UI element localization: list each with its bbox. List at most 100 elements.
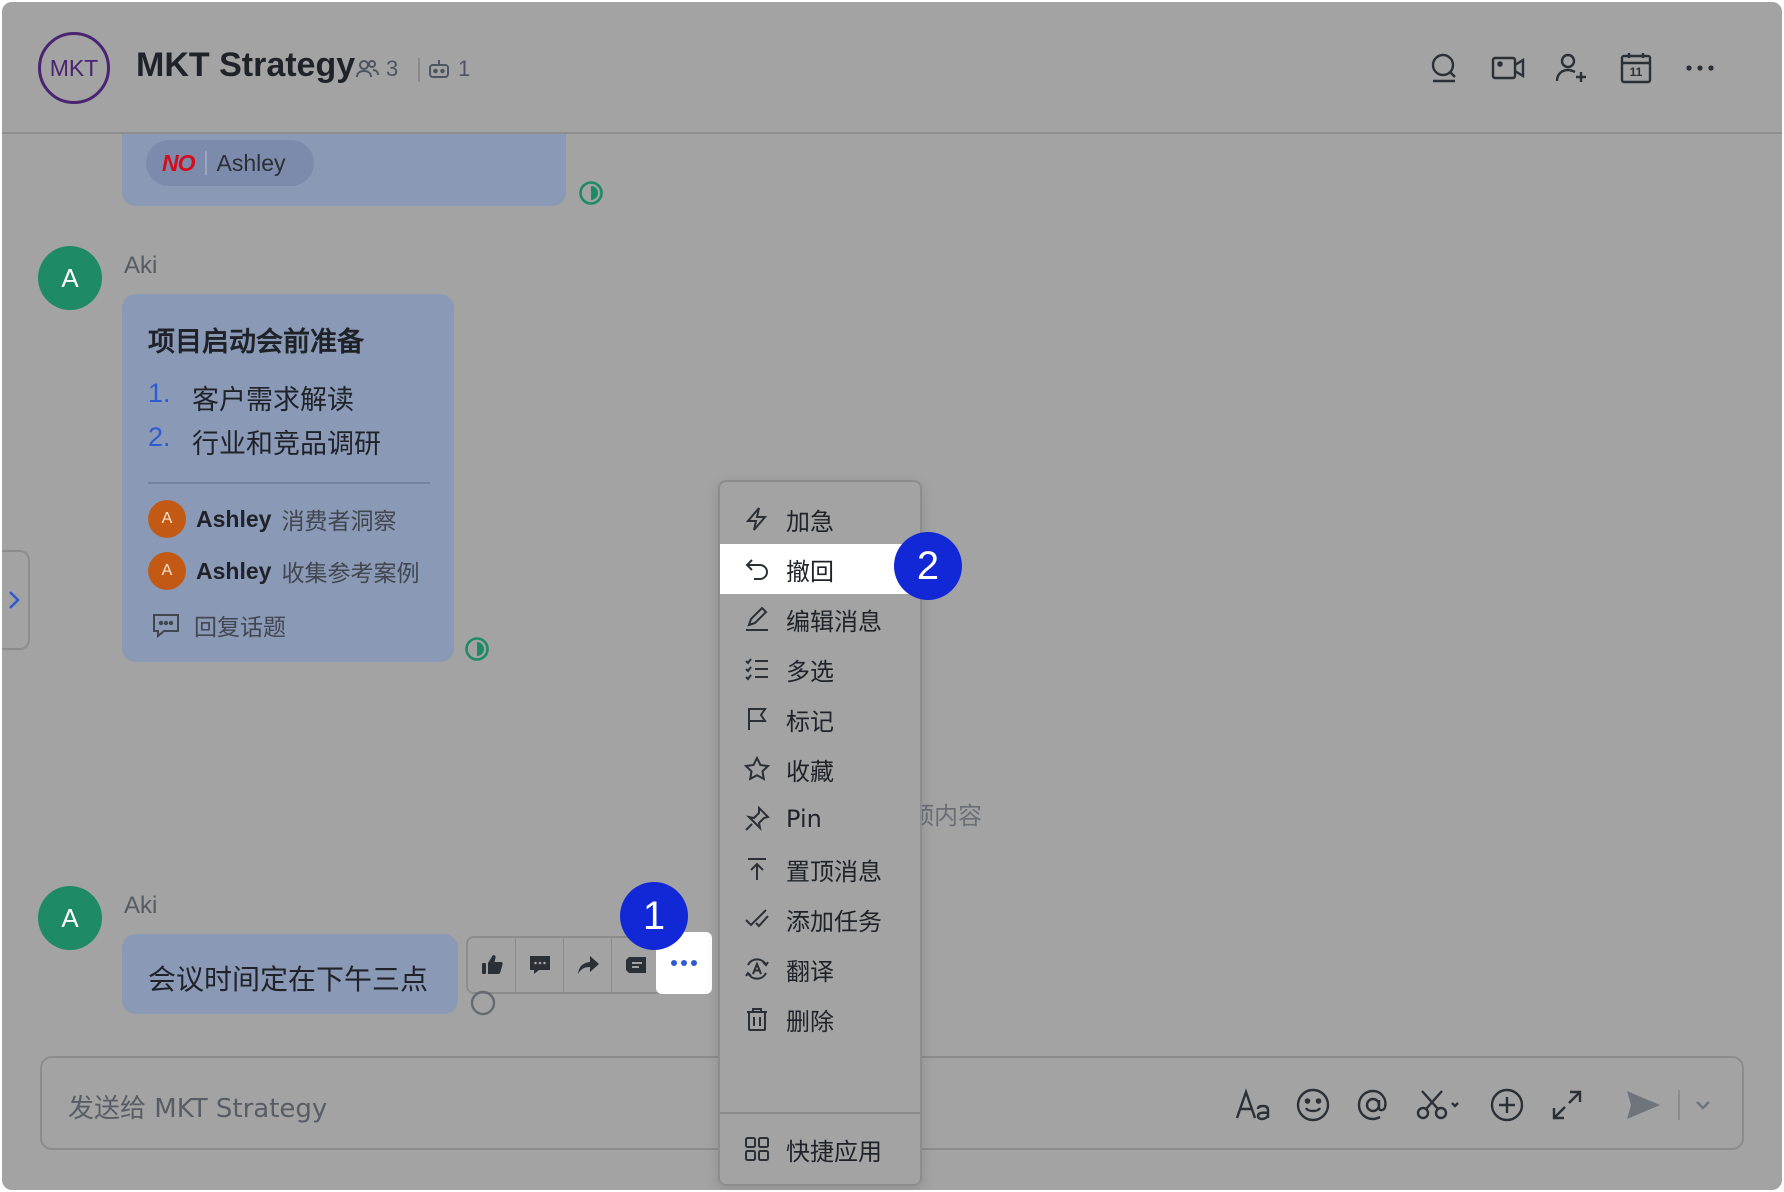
menu-item-translate[interactable]: 翻译 <box>720 944 920 994</box>
task-icon <box>745 909 769 928</box>
menu-divider <box>720 1112 920 1114</box>
menu-item-label: Pin <box>786 805 822 833</box>
add-member-icon[interactable] <box>1554 50 1590 86</box>
message-text: 会议时间定在下午三点 <box>148 963 429 996</box>
chip-divider <box>204 151 207 175</box>
like-button[interactable] <box>468 938 516 992</box>
star-icon <box>744 756 770 781</box>
menu-item-label: 多选 <box>786 657 834 686</box>
reaction-user: Ashley <box>216 149 286 176</box>
message-context-menu: 加急 撤回 编辑消息 多选 标记 收藏 Pin 置顶消息 添加任务 翻译 删除 … <box>718 480 922 1186</box>
unread-status-icon[interactable] <box>470 990 496 1016</box>
video-call-icon[interactable] <box>1490 50 1526 86</box>
menu-item-recall[interactable]: 撤回 <box>720 544 920 594</box>
chat-window: MKT MKT Strategy 3 1 11 NO Ashley A Aki … <box>2 2 1782 1190</box>
menu-item-multi-select[interactable]: 多选 <box>720 644 920 694</box>
sidebar-toggle[interactable] <box>2 550 30 650</box>
reply-thread-button[interactable]: 回复话题 <box>152 608 286 642</box>
send-options-icon[interactable] <box>1692 1086 1714 1124</box>
menu-item-label: 翻译 <box>786 957 834 986</box>
screenshot-icon[interactable] <box>1414 1086 1462 1124</box>
list-item: 1. 客户需求解读 <box>148 378 354 417</box>
meta-divider <box>418 58 420 82</box>
send-icon[interactable] <box>1624 1086 1662 1124</box>
more-icon <box>671 960 697 966</box>
menu-item-urgent[interactable]: 加急 <box>720 494 920 544</box>
reply-icon <box>529 956 550 974</box>
card-title: 项目启动会前准备 <box>148 327 364 358</box>
menu-item-label: 快捷应用 <box>786 1137 882 1166</box>
edit-icon <box>746 606 768 631</box>
pin-icon <box>745 806 770 832</box>
group-avatar[interactable]: MKT <box>38 32 110 104</box>
task-row[interactable]: A Ashley 收集参考案例 <box>148 552 419 590</box>
read-status-icon[interactable] <box>578 180 604 206</box>
member-count-text: 3 <box>386 56 399 81</box>
step-badge-2: 2 <box>894 532 962 600</box>
bolt-icon <box>745 507 768 531</box>
menu-item-pin-top[interactable]: 置顶消息 <box>720 844 920 894</box>
flag-icon <box>748 708 767 730</box>
reply-thread-label: 回复话题 <box>194 615 286 641</box>
multi-select-icon <box>745 658 768 681</box>
assignee-avatar: A <box>148 552 186 590</box>
text-format-icon[interactable] <box>1234 1086 1272 1124</box>
task-row[interactable]: A Ashley 消费者洞察 <box>148 500 396 538</box>
apps-icon <box>745 1137 769 1161</box>
menu-item-add-task[interactable]: 添加任务 <box>720 894 920 944</box>
member-count[interactable]: 3 <box>354 56 398 82</box>
list-item: 2. 行业和竞品调研 <box>148 422 381 461</box>
chat-header: MKT MKT Strategy 3 1 11 <box>2 2 1782 134</box>
task-description: 消费者洞察 <box>281 509 397 535</box>
calendar-day: 11 <box>1629 65 1643 79</box>
bot-count[interactable]: 1 <box>426 56 470 82</box>
emoji-icon[interactable] <box>1294 1086 1332 1124</box>
reply-button[interactable] <box>516 938 564 992</box>
bot-icon <box>429 60 449 78</box>
translate-icon <box>745 958 769 980</box>
chevron-right-icon <box>9 591 20 609</box>
menu-item-label: 撤回 <box>786 557 834 586</box>
task-description: 收集参考案例 <box>281 561 420 587</box>
reaction-chip[interactable]: NO Ashley <box>146 140 314 186</box>
menu-item-label: 加急 <box>786 507 834 536</box>
forward-button[interactable] <box>564 938 612 992</box>
composer-placeholder: 发送给 MKT Strategy <box>68 1094 328 1124</box>
list-number: 1. <box>148 378 171 408</box>
mention-icon[interactable] <box>1354 1086 1392 1124</box>
send-divider <box>1678 1090 1680 1120</box>
comment-icon <box>153 614 179 638</box>
menu-item-flag[interactable]: 标记 <box>720 694 920 744</box>
menu-item-label: 收藏 <box>786 757 834 786</box>
read-status-icon[interactable] <box>464 636 490 662</box>
list-text: 客户需求解读 <box>192 385 354 416</box>
avatar[interactable]: A <box>38 246 102 310</box>
sender-name: Aki <box>124 252 158 279</box>
calendar-icon[interactable]: 11 <box>1618 50 1654 86</box>
add-icon[interactable] <box>1488 1086 1526 1124</box>
step-badge-1: 1 <box>620 882 688 950</box>
search-icon[interactable] <box>1426 50 1462 86</box>
menu-item-quick-apps[interactable]: 快捷应用 <box>720 1124 920 1174</box>
avatar[interactable]: A <box>38 886 102 950</box>
assignee-name: Ashley <box>196 505 272 532</box>
expand-icon[interactable] <box>1548 1086 1586 1124</box>
menu-item-pin[interactable]: Pin <box>720 794 920 844</box>
menu-item-edit[interactable]: 编辑消息 <box>720 594 920 644</box>
no-reaction-badge: NO <box>162 149 195 176</box>
assignee-name: Ashley <box>196 557 272 584</box>
list-text: 行业和竞品调研 <box>192 429 381 460</box>
card-divider <box>148 482 430 484</box>
menu-item-label: 标记 <box>786 707 834 736</box>
chat-title[interactable]: MKT Strategy <box>136 46 355 85</box>
menu-item-label: 删除 <box>786 1007 834 1036</box>
pin-top-icon <box>748 858 766 880</box>
menu-item-favorite[interactable]: 收藏 <box>720 744 920 794</box>
assignee-avatar: A <box>148 500 186 538</box>
menu-item-delete[interactable]: 删除 <box>720 994 920 1044</box>
forward-icon <box>577 956 599 974</box>
sender-name: Aki <box>124 892 158 919</box>
menu-item-label: 编辑消息 <box>786 607 882 636</box>
menu-item-label: 置顶消息 <box>786 857 882 886</box>
more-icon[interactable] <box>1682 50 1718 86</box>
